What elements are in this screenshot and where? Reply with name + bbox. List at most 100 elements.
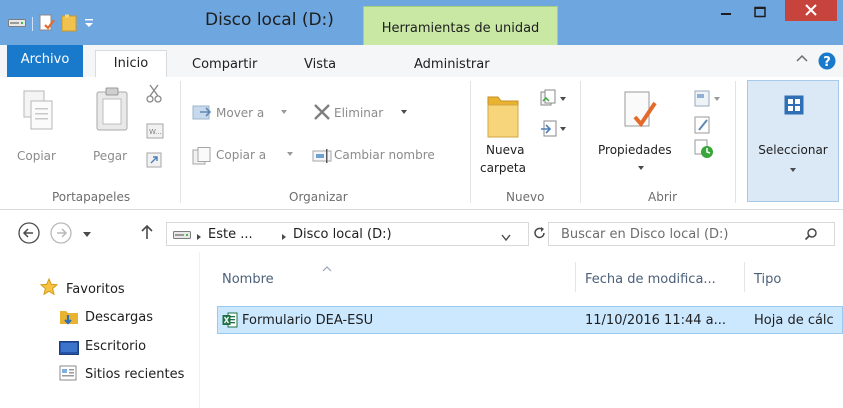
up-button[interactable] — [140, 223, 154, 244]
breadcrumb-este-equipo[interactable]: Este ... — [208, 227, 253, 242]
search-box[interactable]: Buscar en Disco local (D:) — [548, 222, 835, 246]
delete-dropdown-icon[interactable] — [400, 105, 408, 119]
file-name: Formulario DEA-ESU — [242, 313, 374, 328]
help-icon[interactable]: ? — [818, 52, 836, 74]
drive-address-icon — [173, 229, 191, 243]
address-history-icon[interactable] — [501, 231, 511, 245]
copy-button[interactable]: Copiar — [17, 149, 56, 163]
cut-icon[interactable] — [146, 83, 162, 106]
quick-access-toolbar — [8, 14, 95, 34]
svg-text:?: ? — [823, 55, 831, 70]
select-icon — [784, 95, 804, 118]
nuevo-group-label: Nuevo — [506, 190, 545, 204]
address-bar[interactable]: Este ... Disco local (D:) — [166, 222, 529, 246]
tab-archivo[interactable]: Archivo — [7, 45, 83, 77]
organizar-group-label: Organizar — [289, 190, 348, 204]
copy-icon — [22, 89, 54, 134]
portapapeles-group-label: Portapapeles — [52, 190, 131, 204]
nav-sitios-recientes[interactable]: Sitios recientes — [85, 367, 198, 382]
window-title: Disco local (D:) — [205, 10, 334, 30]
downloads-icon — [59, 309, 79, 328]
new-folder-qat-icon[interactable] — [61, 14, 77, 35]
open-icon[interactable] — [694, 89, 722, 112]
move-to-button[interactable]: Mover a — [216, 106, 264, 120]
paste-button[interactable]: Pegar — [93, 149, 127, 163]
properties-icon — [622, 89, 658, 140]
breadcrumb-chevron-icon[interactable] — [196, 230, 202, 244]
file-row-selected[interactable]: Formulario DEA-ESU 11/10/2016 11:44 a...… — [217, 306, 843, 334]
breadcrumb-chevron-icon[interactable] — [281, 230, 287, 244]
excel-file-icon — [222, 312, 238, 331]
ribbon-panel: Copiar Pegar W... Portapapeles Mover a C… — [0, 77, 843, 210]
column-separator[interactable] — [744, 262, 745, 292]
move-to-icon — [192, 103, 212, 124]
group-separator — [470, 81, 471, 203]
new-folder-label-1[interactable]: Nueva — [486, 143, 524, 157]
new-folder-label-2[interactable]: carpeta — [480, 161, 526, 175]
qat-separator — [32, 17, 33, 31]
copy-to-icon — [192, 147, 212, 168]
delete-button[interactable]: Eliminar — [334, 106, 383, 120]
pane-separator — [199, 252, 200, 408]
select-button[interactable]: Seleccionar — [747, 80, 839, 202]
recent-places-icon — [59, 364, 77, 385]
title-bar: Disco local (D:) Herramientas de unidad — [0, 0, 843, 45]
move-to-dropdown-icon[interactable] — [280, 105, 288, 119]
maximize-button[interactable] — [747, 4, 773, 22]
svg-text:W...: W... — [149, 128, 162, 136]
new-item-icon[interactable] — [540, 89, 568, 112]
history-icon[interactable] — [694, 139, 714, 162]
column-separator[interactable] — [575, 262, 576, 292]
group-separator — [180, 81, 181, 203]
tab-vista[interactable]: Vista — [304, 57, 336, 72]
new-folder-icon — [486, 89, 520, 142]
properties-button[interactable]: Propiedades — [598, 143, 672, 157]
column-fecha[interactable]: Fecha de modifica... — [585, 272, 716, 287]
copy-to-dropdown-icon[interactable] — [286, 147, 294, 161]
contextual-tab-label: Herramientas de unidad — [381, 21, 540, 36]
copy-path-icon[interactable]: W... — [146, 122, 164, 143]
select-label: Seleccionar — [758, 143, 828, 157]
properties-qat-icon[interactable] — [39, 14, 55, 35]
edit-icon[interactable] — [694, 115, 712, 138]
recent-locations-icon[interactable] — [82, 228, 92, 242]
sort-ascending-icon — [322, 261, 332, 275]
drive-icon — [8, 17, 26, 31]
copy-to-button[interactable]: Copiar a — [216, 148, 266, 162]
qat-dropdown-icon[interactable] — [83, 17, 95, 31]
delete-icon — [312, 103, 332, 124]
desktop-icon — [59, 341, 79, 358]
column-tipo[interactable]: Tipo — [754, 272, 781, 287]
navigation-pane: Favoritos Descargas Escritorio Sitios re… — [0, 252, 200, 408]
close-button[interactable] — [785, 0, 837, 21]
nav-favoritos[interactable]: Favoritos — [66, 282, 125, 297]
tab-inicio[interactable]: Inicio — [95, 50, 167, 78]
address-row: Este ... Disco local (D:) Buscar en Disc… — [0, 210, 843, 252]
refresh-icon[interactable] — [533, 226, 547, 243]
file-date: 11/10/2016 11:44 a... — [585, 313, 727, 328]
column-nombre[interactable]: Nombre — [222, 272, 274, 287]
properties-dropdown-icon[interactable] — [637, 161, 645, 175]
paste-icon — [95, 87, 129, 136]
paste-shortcut-icon[interactable] — [146, 152, 162, 171]
contextual-tab-header: Herramientas de unidad — [363, 6, 558, 45]
tab-compartir[interactable]: Compartir — [192, 57, 257, 72]
search-icon[interactable] — [804, 227, 818, 244]
easy-access-icon[interactable] — [540, 119, 568, 142]
select-dropdown-icon — [789, 163, 797, 177]
back-button[interactable] — [18, 222, 40, 247]
star-icon — [39, 277, 59, 299]
minimize-button[interactable] — [713, 4, 739, 22]
tab-administrar[interactable]: Administrar — [414, 57, 490, 72]
search-placeholder: Buscar en Disco local (D:) — [561, 227, 729, 242]
breadcrumb-disco-local[interactable]: Disco local (D:) — [293, 227, 392, 242]
nav-descargas[interactable]: Descargas — [85, 310, 153, 325]
rename-icon — [312, 147, 332, 168]
nav-escritorio[interactable]: Escritorio — [85, 339, 146, 354]
forward-button[interactable] — [50, 222, 72, 247]
collapse-ribbon-icon[interactable] — [795, 52, 809, 70]
group-separator — [735, 81, 736, 203]
abrir-group-label: Abrir — [648, 190, 678, 204]
rename-button[interactable]: Cambiar nombre — [334, 148, 435, 162]
file-type: Hoja de cálc — [754, 313, 834, 328]
